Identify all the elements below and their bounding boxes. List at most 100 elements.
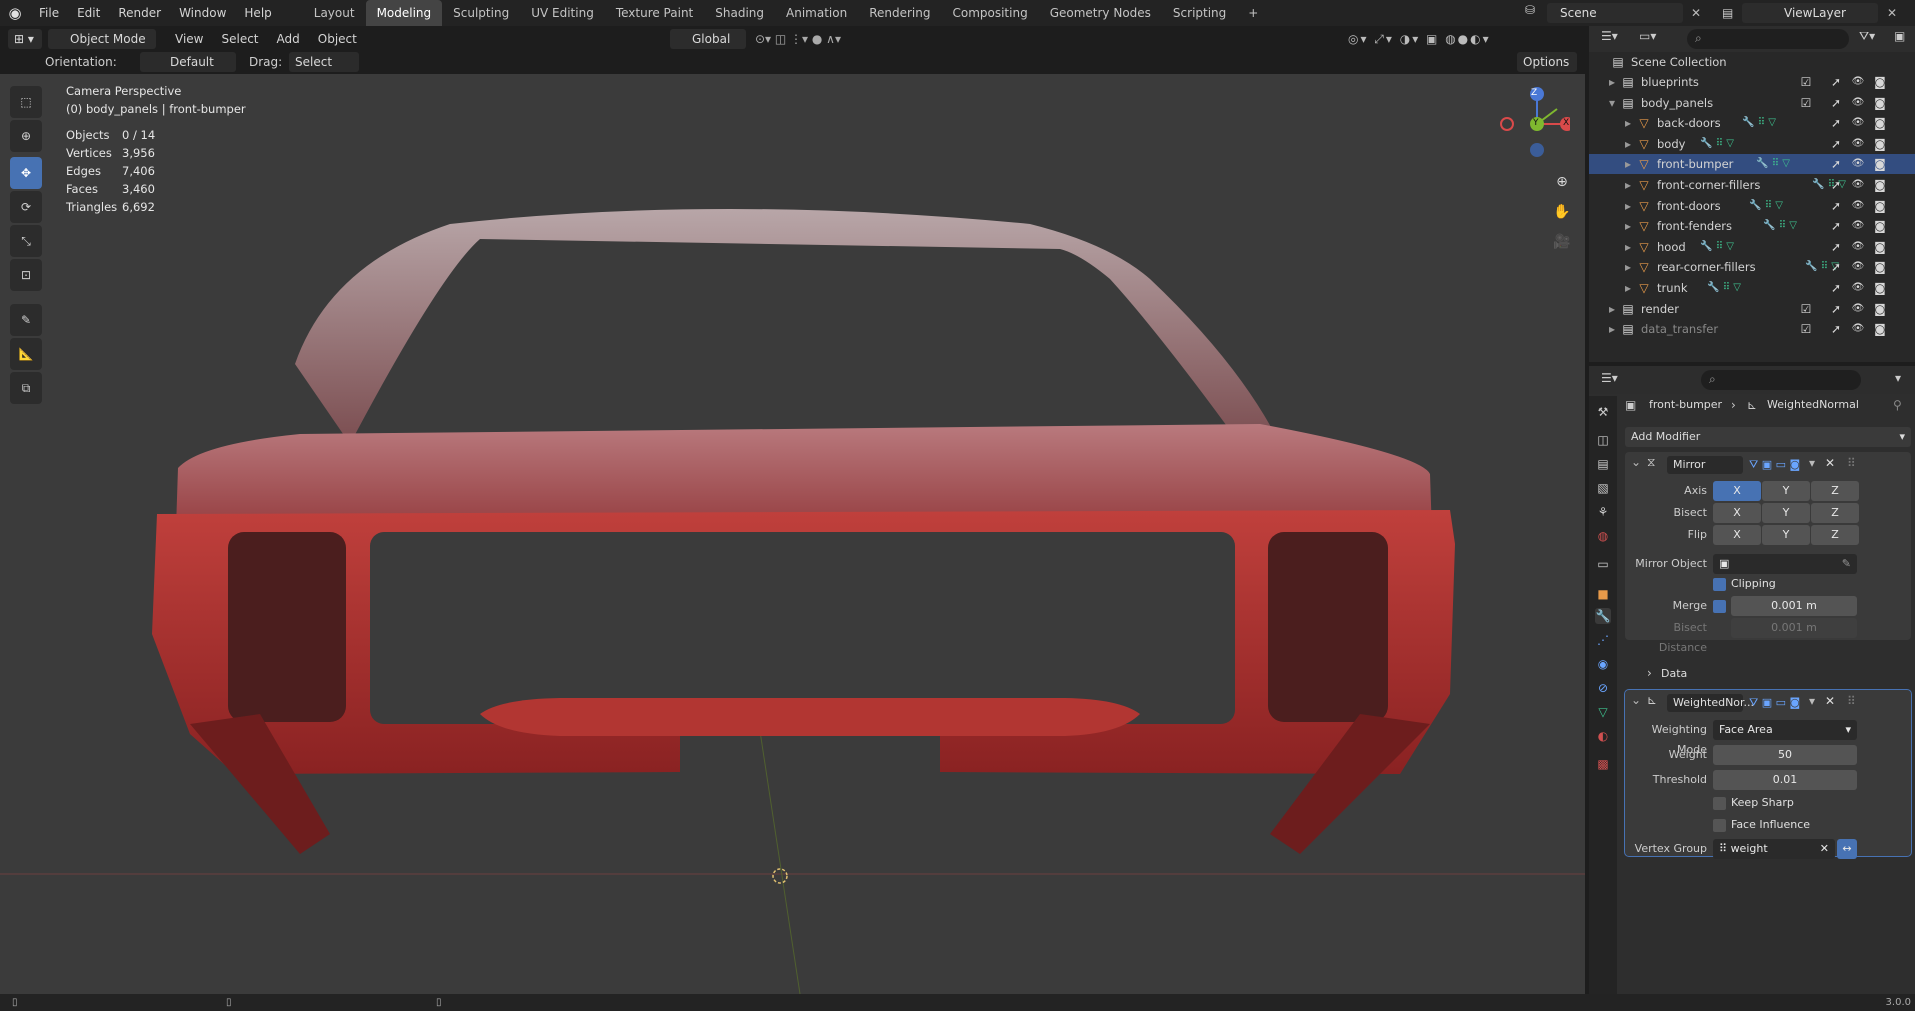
transform-orientation[interactable]: Global [670,29,746,49]
texture-tab-icon[interactable]: ▩ [1595,756,1611,772]
expand-arrow-icon[interactable]: ▸ [1605,75,1619,89]
weighted-name-field[interactable]: WeightedNor... [1667,694,1754,712]
drag-handle-icon[interactable]: ⠿ [1847,694,1856,708]
viewlayer-icon[interactable]: ▤ [1722,3,1740,23]
rotate-tool-icon[interactable]: ⟳ [10,191,42,223]
outliner-row-body[interactable]: ▸ ▽ body 🔧 ⠿ ▽ ➚ 👁 ◙ [1589,134,1915,154]
camera-icon[interactable]: ◙ [1873,96,1887,110]
navigation-gizmo[interactable] [1490,84,1570,164]
properties-editor-icon[interactable]: ☰▾ [1601,371,1618,385]
add-cube-tool-icon[interactable]: ⧉ [10,372,42,404]
outliner-row-front-fenders[interactable]: ▸ ▽ front-fenders 🔧 ⠿ ▽ ➚ 👁 ◙ [1589,216,1915,236]
options-dropdown[interactable]: Options [1517,52,1577,72]
view-layer-tab-icon[interactable]: ▧ [1595,480,1611,496]
clear-icon[interactable]: ✕ [1820,839,1829,859]
selectable-icon[interactable]: ➚ [1829,96,1843,110]
selectable-icon[interactable]: ➚ [1829,281,1843,295]
mode-selector[interactable]: Object Mode [48,29,156,49]
eye-icon[interactable]: 👁 [1851,75,1865,89]
zoom-icon[interactable]: ⊕ [1548,168,1576,196]
scene-icon[interactable]: ⛁ [1525,3,1543,23]
close-scene-icon[interactable]: ✕ [1688,3,1704,23]
viewlayer-selector[interactable]: ViewLayer [1742,3,1878,23]
flip-x-toggle[interactable]: X [1713,525,1761,545]
filter-icon[interactable]: ⛛▾ [1859,29,1875,44]
weighted-remove-icon[interactable]: ✕ [1825,694,1835,708]
outliner-row-render[interactable]: ▸ ▤ render ☑ ➚ 👁 ◙ [1589,299,1915,319]
menu-window[interactable]: Window [170,0,235,26]
material-tab-icon[interactable]: ◐ [1595,728,1611,744]
axis-x-toggle[interactable]: X [1713,481,1761,501]
expand-arrow-icon[interactable]: ▾ [1605,96,1619,110]
editor-type-button[interactable]: ⊞ ▾ [8,29,42,49]
camera-icon[interactable]: ◙ [1873,75,1887,89]
eye-icon[interactable]: 👁 [1851,281,1865,295]
selectable-icon[interactable]: ➚ [1829,75,1843,89]
object-tab-icon[interactable]: ■ [1595,586,1611,602]
world-tab-icon[interactable]: ◍ [1595,528,1611,544]
constraints-tab-icon[interactable]: ⊘ [1595,680,1611,696]
outliner-row-data_transfer[interactable]: ▸ ▤ data_transfer ☑ ➚ 👁 ◙ [1589,319,1915,339]
blender-logo-icon[interactable]: ◉ [0,0,30,26]
workspace-tab-rendering[interactable]: Rendering [858,0,941,26]
weighting-mode-dropdown[interactable]: Face Area ▾ [1713,720,1857,740]
camera-icon[interactable]: ◙ [1873,240,1887,254]
camera-icon[interactable]: ◙ [1873,178,1887,192]
physics-tab-icon[interactable]: ◉ [1595,656,1611,672]
expand-arrow-icon[interactable]: ▸ [1621,157,1635,171]
view-menu-select[interactable]: Select [212,29,267,49]
face-influence-checkbox[interactable] [1713,819,1726,832]
workspace-tab-scripting[interactable]: Scripting [1162,0,1237,26]
collapse-icon[interactable]: ⌄ [1631,455,1641,469]
expand-arrow-icon[interactable]: ▸ [1621,178,1635,192]
chevron-down-icon[interactable]: ▾ [1895,371,1901,385]
pan-hand-icon[interactable]: ✋ [1548,198,1576,226]
axis-z-toggle[interactable]: Z [1811,481,1859,501]
close-viewlayer-icon[interactable]: ✕ [1884,3,1900,23]
data-expand-icon[interactable]: › [1647,666,1652,680]
merge-distance-field[interactable]: 0.001 m [1731,596,1857,616]
outliner-row-front-doors[interactable]: ▸ ▽ front-doors 🔧 ⠿ ▽ ➚ 👁 ◙ [1589,196,1915,216]
scene-collection-row[interactable]: ▤ Scene Collection [1589,52,1915,72]
cursor-tool-icon[interactable]: ⊕ [10,120,42,152]
3d-viewport[interactable]: ⬚ ⊕ ✥ ⟳ ⤡ ⊡ ✎ 📐 ⧉ Camera Perspective (0)… [0,74,1585,994]
exclude-checkbox[interactable]: ☑ [1799,302,1813,316]
menu-edit[interactable]: Edit [68,0,109,26]
view-menu-object[interactable]: Object [309,29,366,49]
camera-icon[interactable]: ◙ [1873,116,1887,130]
move-tool-icon[interactable]: ✥ [10,157,42,189]
workspace-tab-uv-editing[interactable]: UV Editing [520,0,605,26]
add-modifier-dropdown[interactable]: Add Modifier ▾ [1625,427,1911,447]
weight-field[interactable]: 50 [1713,745,1857,765]
invert-vertex-group-button[interactable]: ↔ [1837,839,1857,859]
menu-render[interactable]: Render [109,0,170,26]
selectable-icon[interactable]: ➚ [1829,178,1843,192]
collapse-icon[interactable]: ⌄ [1631,693,1641,707]
eye-icon[interactable]: 👁 [1851,199,1865,213]
outliner-row-front-corner-fillers[interactable]: ▸ ▽ front-corner-fillers 🔧 ⠿ ▽ ➚ 👁 ◙ [1589,175,1915,195]
transform-tool-icon[interactable]: ⊡ [10,259,42,291]
axis-y-toggle[interactable]: Y [1762,481,1810,501]
workspace-tab-geometry-nodes[interactable]: Geometry Nodes [1039,0,1162,26]
mirror-name-field[interactable]: Mirror [1667,456,1743,474]
selectable-icon[interactable]: ➚ [1829,240,1843,254]
expand-arrow-icon[interactable]: ▸ [1621,260,1635,274]
bisect-y-toggle[interactable]: Y [1762,503,1810,523]
properties-search-input[interactable]: ⌕ [1701,370,1861,390]
eye-icon[interactable]: 👁 [1851,96,1865,110]
outliner-row-trunk[interactable]: ▸ ▽ trunk 🔧 ⠿ ▽ ➚ 👁 ◙ [1589,278,1915,298]
outliner-editor-icon[interactable]: ☰▾ [1601,29,1618,43]
eye-icon[interactable]: 👁 [1851,116,1865,130]
workspace-tab-layout[interactable]: Layout [303,0,366,26]
eye-icon[interactable]: 👁 [1851,302,1865,316]
camera-icon[interactable]: ◙ [1873,137,1887,151]
menu-file[interactable]: File [30,0,68,26]
scene-selector[interactable]: Scene [1547,3,1683,23]
bisect-distance-field[interactable]: 0.001 m [1731,618,1857,638]
exclude-checkbox[interactable]: ☑ [1799,75,1813,89]
outliner-row-hood[interactable]: ▸ ▽ hood 🔧 ⠿ ▽ ➚ 👁 ◙ [1589,237,1915,257]
flip-y-toggle[interactable]: Y [1762,525,1810,545]
workspace-tab-compositing[interactable]: Compositing [941,0,1038,26]
scale-tool-icon[interactable]: ⤡ [10,225,42,257]
camera-icon[interactable]: ◙ [1873,281,1887,295]
